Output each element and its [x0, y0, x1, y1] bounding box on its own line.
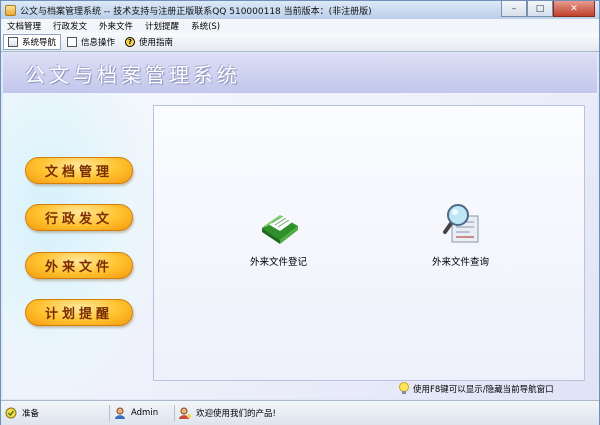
toolbar-info-operations-label: 信息操作 — [81, 38, 116, 48]
status-welcome: 欢迎使用我们的产品! — [175, 405, 280, 421]
menu-system[interactable]: 系统(S) — [185, 20, 226, 32]
status-welcome-text: 欢迎使用我们的产品! — [196, 409, 276, 419]
help-icon: ? — [125, 37, 136, 47]
menu-bar: 文档管理 行政发文 外来文件 计划提醒 系统(S) — [1, 19, 599, 33]
menu-document-management[interactable]: 文档管理 — [1, 20, 47, 32]
status-ready: 准备 — [1, 405, 110, 421]
magnifier-document-icon — [442, 204, 478, 243]
nav-button-plan-reminder[interactable]: 计划提醒 — [25, 299, 133, 326]
welcome-icon — [179, 407, 191, 419]
toolbar-info-operations[interactable]: 信息操作 — [63, 34, 119, 50]
nav-button-incoming-documents[interactable]: 外来文件 — [25, 252, 133, 279]
maximize-button[interactable]: □ — [527, 1, 553, 17]
status-user-text: Admin — [131, 408, 159, 418]
green-document-icon — [261, 214, 298, 244]
title-bar[interactable]: 公文与档案管理系统 -- 技术支持与注册正版联系QQ 510000118 当前版… — [1, 1, 599, 19]
info-icon — [67, 37, 78, 47]
toolbar-user-guide[interactable]: ? 使用指南 — [121, 34, 177, 50]
main-area: 公文与档案管理系统 文档管理 行政发文 外来文件 计划提醒 外来文件登记 外来文… — [3, 53, 597, 399]
menu-plan-reminder[interactable]: 计划提醒 — [139, 20, 185, 32]
toolbar-system-navigation-label: 系统导航 — [22, 38, 57, 48]
toolbar-user-guide-label: 使用指南 — [139, 38, 174, 48]
navigation-icon — [8, 37, 18, 47]
toolbar: 系统导航 信息操作 ? 使用指南 — [1, 33, 599, 52]
banner-title: 公文与档案管理系统 — [25, 65, 241, 87]
nav-button-document-management[interactable]: 文档管理 — [25, 157, 133, 184]
content-panel: 外来文件登记 外来文件查询 — [153, 105, 585, 381]
status-bar: 准备 Admin 欢迎使用我们的产品! — [1, 400, 599, 425]
status-ready-text: 准备 — [22, 409, 40, 419]
app-window: 公文与档案管理系统 -- 技术支持与注册正版联系QQ 510000118 当前版… — [0, 0, 600, 425]
user-icon — [115, 407, 125, 419]
menu-incoming-documents[interactable]: 外来文件 — [93, 20, 139, 32]
incoming-document-register[interactable]: 外来文件登记 — [250, 202, 307, 268]
navigation-hint-text: 使用F8键可以显示/隐藏当前导航窗口 — [413, 384, 554, 395]
navigation-hint: 使用F8键可以显示/隐藏当前导航窗口 — [399, 382, 554, 395]
toolbar-system-navigation[interactable]: 系统导航 — [3, 34, 62, 50]
header-banner: 公文与档案管理系统 — [3, 53, 597, 94]
app-icon — [5, 4, 16, 16]
nav-button-administrative-dispatch[interactable]: 行政发文 — [25, 204, 133, 231]
close-button[interactable]: ✕ — [553, 1, 595, 17]
incoming-document-query[interactable]: 外来文件查询 — [432, 202, 489, 268]
lightbulb-icon — [399, 382, 409, 394]
menu-administrative-dispatch[interactable]: 行政发文 — [47, 20, 93, 32]
window-title: 公文与档案管理系统 -- 技术支持与注册正版联系QQ 510000118 当前版… — [20, 6, 372, 17]
status-user: Admin — [110, 405, 175, 421]
window-controls: – □ ✕ — [501, 1, 595, 17]
incoming-document-register-label: 外来文件登记 — [250, 257, 308, 268]
sidebar-background — [3, 93, 153, 399]
ready-icon — [5, 407, 17, 419]
minimize-button[interactable]: – — [501, 1, 527, 17]
incoming-document-query-label: 外来文件查询 — [432, 257, 490, 268]
